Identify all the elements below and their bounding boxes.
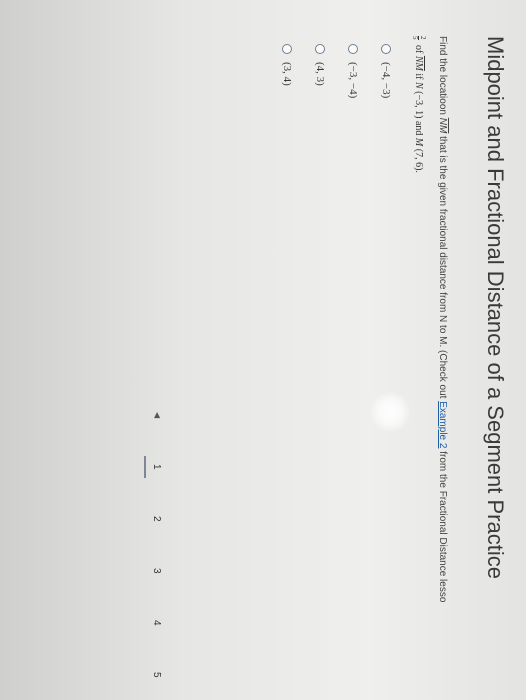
question-text: Find the locatioon NM that is the given … xyxy=(437,36,448,602)
answer-option[interactable]: (3, 4) xyxy=(277,44,297,98)
page-number-3[interactable]: 3 xyxy=(151,568,162,574)
radio-button[interactable] xyxy=(315,44,325,54)
question-text-tail: from the Fractional Distance lesso xyxy=(437,448,448,603)
given-end: . xyxy=(413,170,425,173)
screen-glare xyxy=(370,392,410,432)
point-n-coords: (−3, 1) xyxy=(413,88,425,119)
practice-page: Midpoint and Fractional Distance of a Se… xyxy=(0,0,526,700)
answer-option-label: (3, 4) xyxy=(281,62,293,86)
active-page-indicator xyxy=(144,456,146,478)
fraction-denominator: 5 xyxy=(411,36,419,40)
radio-button[interactable] xyxy=(282,44,292,54)
example-link[interactable]: Example 2 xyxy=(437,401,448,448)
answer-option-label: (−3, −4) xyxy=(347,62,359,99)
point-n-label: N xyxy=(413,81,425,89)
page-number-5[interactable]: 5 xyxy=(151,672,162,678)
question-segment: NM xyxy=(437,117,448,134)
given-if: if xyxy=(413,70,425,82)
fraction-numerator: 2 xyxy=(418,36,427,40)
radio-button[interactable] xyxy=(381,44,391,54)
radio-button[interactable] xyxy=(348,44,358,54)
question-text-start: Find the locatio xyxy=(437,36,448,104)
page-number-2[interactable]: 2 xyxy=(151,516,162,522)
given-and: and xyxy=(413,118,425,138)
question-text-after: that is the given fractional distance fr… xyxy=(437,133,448,402)
answer-option-label: (−4, −3) xyxy=(380,62,392,99)
answer-option[interactable]: (−4, −3) xyxy=(376,44,396,98)
answer-option[interactable]: (−3, −4) xyxy=(343,44,363,98)
screen: Midpoint and Fractional Distance of a Se… xyxy=(0,0,526,700)
question-pager: ◀ 1 2 3 4 5 xyxy=(138,412,168,700)
fraction: 25 xyxy=(411,36,427,40)
question-text-mid: on xyxy=(437,103,448,118)
page-number-1[interactable]: 1 xyxy=(151,464,162,470)
answer-options: (−4, −3) (−3, −4) (4, 3) (3, 4) xyxy=(264,44,396,98)
question-given-values: 25 of NM if N (−3, 1) and M (7, 6). xyxy=(411,36,427,173)
page-title: Midpoint and Fractional Distance of a Se… xyxy=(483,36,508,579)
page-number-4[interactable]: 4 xyxy=(151,620,162,626)
answer-option-label: (4, 3) xyxy=(314,62,326,86)
point-m-coords: (7, 6) xyxy=(413,146,425,171)
point-m-label: M xyxy=(413,137,425,147)
answer-option[interactable]: (4, 3) xyxy=(310,44,330,98)
given-segment: NM xyxy=(413,55,425,71)
given-of: of xyxy=(413,42,425,56)
triangle-left-icon[interactable]: ◀ xyxy=(153,412,162,418)
